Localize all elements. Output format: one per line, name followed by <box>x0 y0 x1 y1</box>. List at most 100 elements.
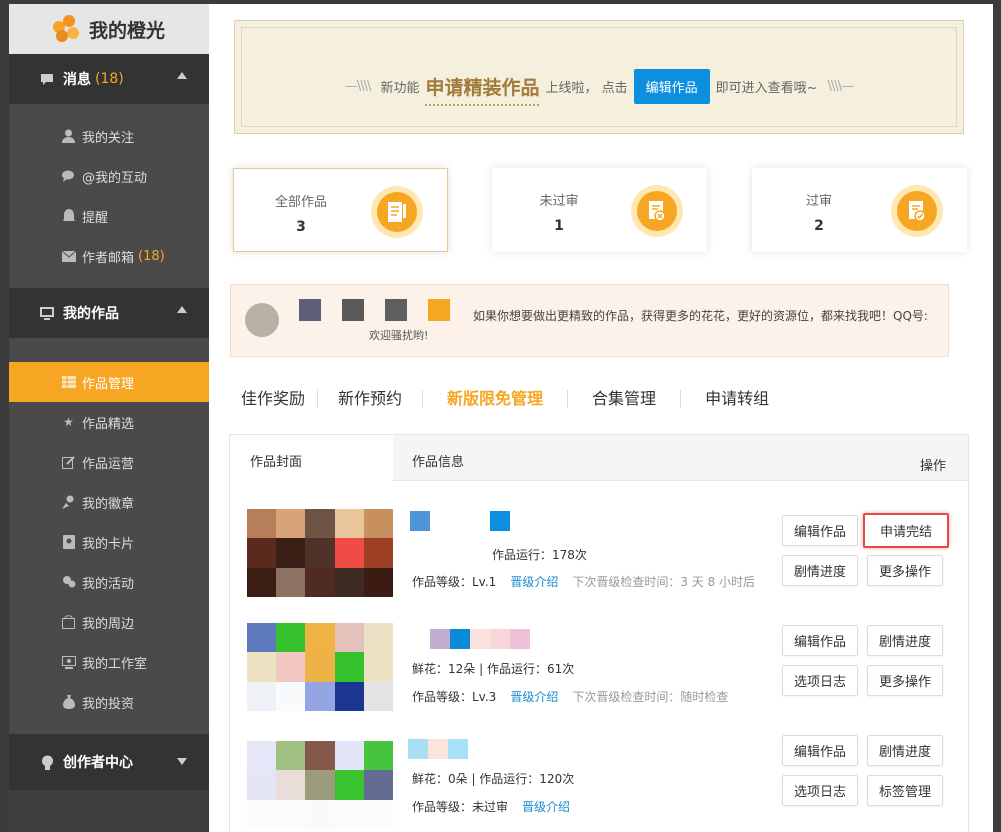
sidebar-item-label: 提醒 <box>82 210 109 226</box>
edit-work-button[interactable]: 编辑作品 <box>782 515 858 546</box>
sidebar-item-my-activities[interactable]: 我的活动 <box>9 562 209 602</box>
plot-progress-button[interactable]: 剧情进度 <box>867 625 943 656</box>
sidebar-item-label: 我的卡片 <box>82 536 135 552</box>
header-cover: 作品封面 <box>250 455 303 470</box>
work-title-blocks[interactable] <box>408 739 468 759</box>
stat-card-approved[interactable]: 过审 2 <box>752 168 967 252</box>
tab-free-limit-management[interactable]: 新版限免管理 <box>423 390 569 408</box>
work-cover-image[interactable] <box>247 509 393 597</box>
badge-icon <box>61 495 76 510</box>
stat-label: 未过审 <box>539 194 579 209</box>
tab-apply-group-transfer[interactable]: 申请转组 <box>681 390 793 408</box>
window-right-border <box>993 0 1001 832</box>
stat-card-all-works[interactable]: 全部作品 3 <box>233 168 448 252</box>
orange-flower-logo-icon <box>52 15 81 43</box>
sidebar-item-works-management[interactable]: 作品管理 <box>9 362 209 402</box>
sidebar-section-my-works[interactable]: 我的作品 <box>9 288 209 338</box>
money-bag-icon <box>61 695 76 710</box>
sidebar-item-label: 我的周边 <box>82 616 135 632</box>
work-title-blocks[interactable] <box>410 511 510 531</box>
caret-up-icon <box>177 72 187 79</box>
sidebar-item-works-operation[interactable]: 作品运营 <box>9 442 209 482</box>
grade-intro-link[interactable]: 晋级介绍 <box>522 798 570 815</box>
sidebar-item-label: 我的投资 <box>82 696 135 712</box>
work-grade-line: 作品等级：未过审 晋级介绍 <box>412 798 570 815</box>
sidebar-item-label: 我的工作室 <box>82 656 148 672</box>
sidebar-item-label: 我的徽章 <box>82 496 135 512</box>
sidebar-item-label: 作品运营 <box>82 456 135 472</box>
tab-collection-management[interactable]: 合集管理 <box>568 390 682 408</box>
work-stats: 作品运行：178次 <box>492 548 587 562</box>
work-grade-line: 作品等级：Lv.3 晋级介绍 下次晋级检查时间：随时检查 <box>412 688 728 705</box>
message-count-badge: (18) <box>95 71 124 87</box>
stat-value: 3 <box>296 219 306 235</box>
sidebar-section-creator-center[interactable]: 创作者中心 <box>9 734 209 790</box>
user-icon <box>61 129 76 144</box>
plot-progress-button[interactable]: 剧情进度 <box>867 735 943 766</box>
tab-new-work-reservation[interactable]: 新作预约 <box>318 390 424 408</box>
header-action: 操作 <box>920 459 947 474</box>
works-tabs: 佳作奖励 新作预约 新版限免管理 合集管理 申请转组 <box>229 384 793 414</box>
sidebar-item-interactions[interactable]: @我的互动 <box>9 156 209 196</box>
more-actions-button[interactable]: 更多操作 <box>867 665 943 696</box>
option-log-button[interactable]: 选项日志 <box>782 775 858 806</box>
works-submenu: 作品管理 ★ 作品精选 作品运营 我的徽章 我的卡片 我的活动 我的周边 我的工… <box>9 338 209 734</box>
plot-progress-button[interactable]: 剧情进度 <box>782 555 858 586</box>
option-log-button[interactable]: 选项日志 <box>782 665 858 696</box>
sidebar-item-author-mailbox[interactable]: 作者邮箱 (18) <box>9 236 209 276</box>
sidebar-item-works-featured[interactable]: ★ 作品精选 <box>9 402 209 442</box>
table-row: 鲜花：12朵 | 作品运行：61次 作品等级：Lv.3 晋级介绍 下次晋级检查时… <box>230 615 968 725</box>
stat-label: 过审 <box>805 194 832 209</box>
work-grade-line: 作品等级：Lv.1 晋级介绍 下次晋级检查时间：3 天 8 小时后 <box>412 573 755 590</box>
sidebar-section-messages[interactable]: 消息 (18) <box>9 54 209 104</box>
works-table: 作品封面 作品信息 操作 作品运行：178次 作品等级：Lv.1 晋级介绍 下次… <box>229 434 969 832</box>
edit-work-button[interactable]: 编辑作品 <box>782 735 858 766</box>
work-title-blocks[interactable] <box>430 629 530 649</box>
notice-text: 如果你想要做出更精致的作品，获得更多的花花，更好的资源位，都来找我吧！QQ号: <box>473 309 928 323</box>
sidebar-section-label: 我的作品 <box>63 306 119 322</box>
rejected-document-icon <box>631 185 683 237</box>
sidebar-item-my-merchandise[interactable]: 我的周边 <box>9 602 209 642</box>
work-grade: 作品等级：Lv.3 <box>412 690 497 704</box>
work-cover-image[interactable] <box>247 623 393 711</box>
grade-intro-link[interactable]: 晋级介绍 <box>510 688 558 705</box>
edit-icon <box>61 455 76 470</box>
tag-management-button[interactable]: 标签管理 <box>867 775 943 806</box>
sidebar-item-my-badges[interactable]: 我的徽章 <box>9 482 209 522</box>
work-stats: 鲜花：12朵 | 作品运行：61次 <box>412 662 575 676</box>
more-actions-button[interactable]: 更多操作 <box>867 555 943 586</box>
sidebar-section-label: 创作者中心 <box>63 755 133 771</box>
next-check-time: 下次晋级检查时间：3 天 8 小时后 <box>572 575 756 589</box>
grade-intro-link[interactable]: 晋级介绍 <box>510 573 558 590</box>
work-grade: 作品等级：Lv.1 <box>412 575 497 589</box>
sidebar-item-label: @我的互动 <box>82 170 148 186</box>
stat-card-not-approved[interactable]: 未过审 1 <box>492 168 707 252</box>
tab-quality-reward[interactable]: 佳作奖励 <box>229 390 319 408</box>
work-cover-image[interactable] <box>247 741 393 829</box>
sidebar-item-following[interactable]: 我的关注 <box>9 116 209 156</box>
sidebar-item-my-cards[interactable]: 我的卡片 <box>9 522 209 562</box>
bell-icon <box>61 209 76 224</box>
table-row: 鲜花：0朵 | 作品运行：120次 作品等级：未过审 晋级介绍 编辑作品 剧情进… <box>230 725 968 832</box>
edit-work-button[interactable]: 编辑作品 <box>782 625 858 656</box>
approved-document-icon <box>891 185 943 237</box>
contact-notice: 欢迎骚扰哟! 如果你想要做出更精致的作品，获得更多的花花，更好的资源位，都来找我… <box>230 284 949 357</box>
mail-count-badge: (18) <box>138 248 165 264</box>
logo[interactable]: 我的橙光 <box>9 4 209 54</box>
sidebar-item-label: 我的活动 <box>82 576 135 592</box>
apply-completion-button[interactable]: 申请完结 <box>863 513 949 548</box>
banner-suffix: 即可进入查看哦~ <box>715 81 818 96</box>
star-icon: ★ <box>63 415 74 429</box>
monitor-icon <box>39 306 55 320</box>
banner-edit-works-button[interactable]: 编辑作品 <box>633 69 710 104</box>
sidebar-item-reminder[interactable]: 提醒 <box>9 196 209 236</box>
mail-icon <box>61 249 76 264</box>
header-info: 作品信息 <box>412 455 465 470</box>
stat-value: 2 <box>814 218 824 234</box>
table-row: 作品运行：178次 作品等级：Lv.1 晋级介绍 下次晋级检查时间：3 天 8 … <box>230 495 968 605</box>
document-icon <box>371 186 423 238</box>
sidebar-item-my-investment[interactable]: 我的投资 <box>9 682 209 722</box>
stat-label: 全部作品 <box>274 195 327 210</box>
sidebar-item-label: 作品精选 <box>82 416 135 432</box>
sidebar-item-my-studio[interactable]: 我的工作室 <box>9 642 209 682</box>
